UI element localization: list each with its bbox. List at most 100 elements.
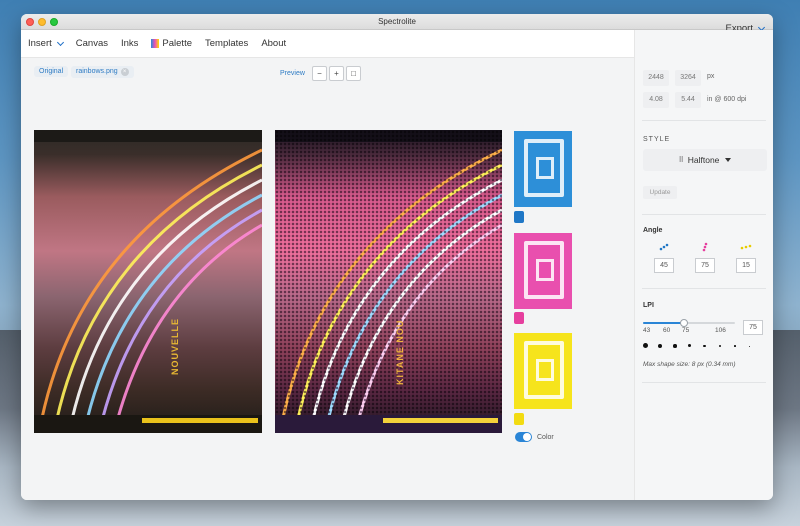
angle-label: Angle xyxy=(643,227,663,234)
width-px-field[interactable]: 2448 xyxy=(643,70,669,86)
px-unit-label: px xyxy=(707,73,715,80)
magenta-angle-input[interactable]: 75 xyxy=(695,258,715,273)
lpi-tick-label: 75 xyxy=(682,327,690,334)
cyan-separation-thumbnail[interactable] xyxy=(514,131,572,207)
original-vertical-text: NOUVELLE xyxy=(170,317,180,375)
preview-label-text: Preview xyxy=(280,70,305,77)
halftone-dot-pattern xyxy=(275,130,502,433)
in-dpi-label: in @ 600 dpi xyxy=(707,96,747,103)
dot-size-preview xyxy=(658,343,662,348)
magenta-plate-pattern-inner xyxy=(536,259,554,281)
dot-size-preview xyxy=(719,345,721,347)
dot-size-preview xyxy=(734,345,736,347)
height-in-field[interactable]: 5.44 xyxy=(675,92,701,108)
zoom-out-icon: − xyxy=(317,69,322,78)
remove-file-icon[interactable]: × xyxy=(120,68,129,76)
original-tab-label: Original xyxy=(39,68,64,75)
fit-to-view-button[interactable]: □ xyxy=(346,66,361,81)
update-button[interactable]: Update xyxy=(643,186,677,199)
magenta-angle-value: 75 xyxy=(701,262,709,269)
palette-icon xyxy=(151,39,160,48)
divider xyxy=(642,214,766,215)
settings-sidebar: 2448 3264 px 4.08 5.44 in @ 600 dpi STYL… xyxy=(634,30,773,500)
menu-insert-label: Insert xyxy=(28,38,52,49)
menu-templates[interactable]: Templates xyxy=(205,38,248,49)
divider xyxy=(642,382,766,383)
zoom-out-button[interactable]: − xyxy=(312,66,327,81)
file-chip[interactable]: rainbows.png × xyxy=(71,66,134,78)
lpi-slider-fill xyxy=(643,322,685,324)
dot-size-preview xyxy=(749,345,750,347)
divider xyxy=(642,288,766,289)
canvas-area: Original rainbows.png × Preview − + □ NOU… xyxy=(21,59,634,500)
color-toggle[interactable] xyxy=(515,432,532,442)
menu-inks[interactable]: Inks xyxy=(121,38,138,49)
divider xyxy=(642,120,766,121)
height-in-value: 5.44 xyxy=(681,96,695,103)
menu-palette[interactable]: Palette xyxy=(151,38,192,49)
dot-size-preview xyxy=(688,344,691,347)
dot-size-preview xyxy=(643,343,648,348)
cyan-plate-pattern-inner xyxy=(536,157,554,179)
cyan-angle-value: 45 xyxy=(660,262,668,269)
zoom-in-button[interactable]: + xyxy=(329,66,344,81)
original-image: NOUVELLE xyxy=(34,130,262,433)
original-tab[interactable]: Original xyxy=(34,66,69,77)
max-shape-note: Max shape size: 8 px (0.34 mm) xyxy=(643,361,736,368)
halftone-icon: ⠿ xyxy=(678,157,684,164)
yellow-ink-swatch[interactable] xyxy=(514,413,524,425)
width-in-value: 4.08 xyxy=(649,96,663,103)
magenta-ink-swatch[interactable] xyxy=(514,312,524,324)
menu-bar: Insert Canvas Inks Palette Templates Abo… xyxy=(21,30,634,58)
magenta-angle-icon xyxy=(702,242,708,252)
maximize-window-button[interactable] xyxy=(50,18,58,26)
app-window: Spectrolite Insert Canvas Inks Palette T… xyxy=(21,14,773,500)
menu-templates-label: Templates xyxy=(205,38,249,49)
title-bar: Spectrolite xyxy=(21,14,773,30)
yellow-angle-input[interactable]: 15 xyxy=(736,258,756,273)
window-title: Spectrolite xyxy=(378,17,416,26)
update-button-label: Update xyxy=(649,189,671,196)
lpi-value: 75 xyxy=(749,324,757,331)
zoom-in-icon: + xyxy=(334,69,339,78)
style-dropdown[interactable]: ⠿ Halftone xyxy=(643,149,767,171)
menu-about[interactable]: About xyxy=(261,38,286,49)
close-window-button[interactable] xyxy=(26,18,34,26)
menu-canvas[interactable]: Canvas xyxy=(76,38,108,49)
lpi-tick-label: 60 xyxy=(663,327,671,334)
lpi-tick-label: 43 xyxy=(643,327,651,334)
width-px-value: 2448 xyxy=(648,74,664,81)
lpi-tick-label: 106 xyxy=(715,327,726,334)
magenta-separation-thumbnail[interactable] xyxy=(514,233,572,309)
cyan-ink-swatch[interactable] xyxy=(514,211,524,223)
menu-insert[interactable]: Insert xyxy=(28,38,64,49)
style-dropdown-value: Halftone xyxy=(687,155,720,165)
yellow-separation-thumbnail[interactable] xyxy=(514,333,572,409)
preview-label: Preview xyxy=(275,68,310,79)
menu-palette-label: Palette xyxy=(162,38,192,49)
minimize-window-button[interactable] xyxy=(38,18,46,26)
style-heading: STYLE xyxy=(643,136,671,143)
yellow-angle-icon xyxy=(740,244,752,250)
yellow-plate-pattern-inner xyxy=(536,359,554,381)
rainbow-arcs-graphic xyxy=(37,148,262,433)
preview-vertical-text: KITANE NOU xyxy=(395,319,405,385)
lpi-label: LPI xyxy=(643,302,654,309)
dot-size-preview xyxy=(673,344,677,348)
height-px-field[interactable]: 3264 xyxy=(675,70,701,86)
cyan-angle-input[interactable]: 45 xyxy=(654,258,674,273)
cyan-angle-icon xyxy=(659,243,669,251)
color-toggle-label: Color xyxy=(537,434,554,441)
yellow-angle-value: 15 xyxy=(742,262,750,269)
filename-label: rainbows.png xyxy=(76,68,118,75)
width-in-field[interactable]: 4.08 xyxy=(643,92,669,108)
dropdown-arrow-icon xyxy=(725,158,732,162)
menu-inks-label: Inks xyxy=(120,38,139,49)
menu-canvas-label: Canvas xyxy=(75,38,108,49)
yellow-bar xyxy=(142,418,258,423)
lpi-slider[interactable] xyxy=(643,319,735,327)
preview-yellow-bar xyxy=(383,418,498,423)
dot-size-preview xyxy=(703,344,706,347)
lpi-input[interactable]: 75 xyxy=(743,320,763,335)
lpi-slider-thumb[interactable] xyxy=(680,319,689,327)
